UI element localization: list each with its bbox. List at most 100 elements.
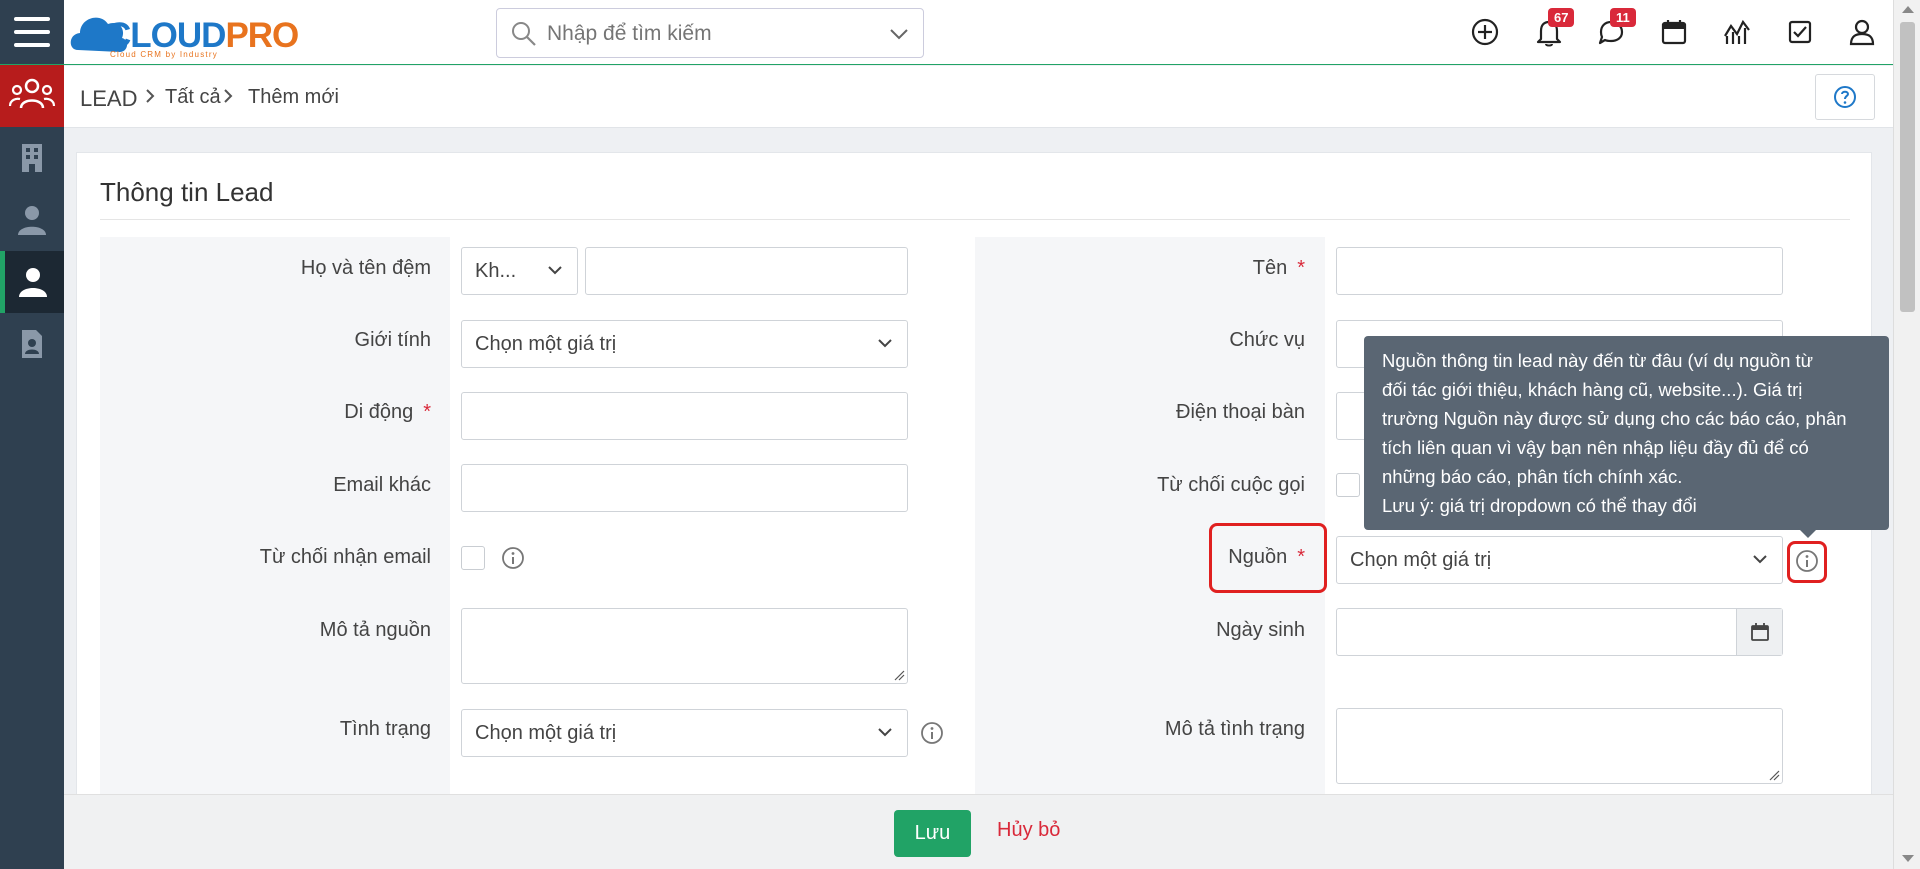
user-icon[interactable] <box>1846 16 1878 48</box>
date-picker-button[interactable] <box>1736 609 1782 655</box>
other-email-input[interactable] <box>461 464 908 512</box>
salutation-select[interactable]: Kh... <box>461 247 578 295</box>
label-text: Tình trạng <box>339 718 431 740</box>
scroll-thumb[interactable] <box>1900 22 1915 312</box>
do-not-call-label: Từ chối cuộc gọi <box>1005 474 1305 497</box>
scroll-down-arrow[interactable] <box>1902 855 1914 862</box>
birthday-label: Ngày sinh <box>1005 619 1305 642</box>
sidebar-item-organizations[interactable] <box>0 127 64 189</box>
hamburger-line <box>14 30 50 34</box>
middle-name-label: Họ và tên đệm <box>131 257 431 280</box>
gender-value: Chọn một giá trị <box>475 333 617 355</box>
resize-handle-icon[interactable] <box>893 669 905 681</box>
sidebar-item-documents[interactable] <box>0 313 64 375</box>
label-text: Mô tả nguồn <box>319 619 431 641</box>
label-text: Từ chối nhận email <box>259 546 431 568</box>
menu-toggle-button[interactable] <box>0 0 64 64</box>
form-footer: Lưu Hủy bỏ <box>64 794 1893 869</box>
required-mark: * <box>423 401 431 423</box>
chevron-down-icon <box>878 728 892 737</box>
task-checkbox-icon[interactable] <box>1784 16 1816 48</box>
help-button[interactable] <box>1815 74 1875 120</box>
status-label: Tình trạng <box>131 718 431 741</box>
birthday-input[interactable] <box>1336 608 1783 656</box>
scroll-up-arrow[interactable] <box>1902 6 1914 13</box>
logo-pro-text: PRO <box>225 16 299 55</box>
label-text: Chức vụ <box>1229 329 1305 351</box>
tooltip-line: tích liên quan vì vậy bạn nên nhập liệu … <box>1382 437 1809 458</box>
leads-group-icon <box>8 78 56 109</box>
chevron-down-icon[interactable] <box>889 27 909 41</box>
sidebar-item-my-leads[interactable] <box>0 251 64 313</box>
resize-handle-icon[interactable] <box>1768 769 1780 781</box>
first-name-input[interactable] <box>1336 247 1783 295</box>
calendar-icon <box>1751 623 1769 641</box>
mobile-input[interactable] <box>461 392 908 440</box>
gender-label: Giới tính <box>131 329 431 352</box>
chevron-down-icon <box>878 339 892 348</box>
office-phone-label: Điện thoại bàn <box>1005 401 1305 424</box>
cancel-button[interactable]: Hủy bỏ <box>997 819 1060 842</box>
source-desc-label: Mô tả nguồn <box>131 619 431 642</box>
gender-select[interactable]: Chọn một giá trị <box>461 320 908 368</box>
notification-count-badge: 67 <box>1548 8 1575 27</box>
status-desc-label: Mô tả tình trạng <box>1005 718 1305 741</box>
info-icon[interactable] <box>920 721 944 745</box>
label-text: Tên <box>1252 257 1288 279</box>
label-text: Họ và tên đệm <box>300 257 431 279</box>
email-opt-out-label: Từ chối nhận email <box>131 546 431 569</box>
chart-icon[interactable] <box>1721 16 1753 48</box>
status-select[interactable]: Chọn một giá trị <box>461 709 908 757</box>
logo-tagline: Cloud CRM by Industry <box>110 50 218 59</box>
label-text: Từ chối cuộc gọi <box>1157 474 1305 496</box>
source-desc-textarea[interactable] <box>461 608 908 684</box>
label-text: Mô tả tình trạng <box>1164 718 1305 740</box>
source-select[interactable]: Chọn một giá trị <box>1336 536 1783 584</box>
plus-circle-icon[interactable] <box>1469 16 1501 48</box>
label-text: Giới tính <box>354 329 431 351</box>
chevron-right-icon <box>146 89 155 103</box>
breadcrumb: LEAD Tất cả Thêm mới <box>64 66 1893 128</box>
divider <box>100 219 1850 220</box>
sidebar-item-leads[interactable] <box>0 65 64 127</box>
search-icon <box>512 22 536 46</box>
sidebar-item-contacts[interactable] <box>0 189 64 251</box>
status-value: Chọn một giá trị <box>475 722 617 744</box>
tooltip-line: đối tác giới thiệu, khách hàng cũ, websi… <box>1382 379 1803 400</box>
top-header: CLOUDPRO Cloud CRM by Industry 67 11 <box>0 0 1920 65</box>
email-opt-out-checkbox[interactable] <box>461 546 485 570</box>
middle-name-input[interactable] <box>585 247 908 295</box>
label-text: Di động <box>344 401 414 423</box>
info-icon[interactable] <box>1795 549 1819 573</box>
chevron-down-icon <box>548 266 562 275</box>
breadcrumb-all[interactable]: Tất cả <box>165 86 221 109</box>
search-input[interactable] <box>547 19 867 49</box>
chevron-right-icon <box>224 89 233 103</box>
building-icon <box>22 144 42 172</box>
required-mark: * <box>1297 257 1305 279</box>
mobile-label: Di động * <box>131 401 431 424</box>
document-user-icon <box>22 330 42 358</box>
calendar-icon[interactable] <box>1658 16 1690 48</box>
section-title: Thông tin Lead <box>100 177 274 207</box>
cloudpro-logo[interactable]: CLOUDPRO Cloud CRM by Industry <box>70 6 300 59</box>
title-label: Chức vụ <box>1005 329 1305 352</box>
tooltip-line: trường Nguồn này được sử dụng cho các bá… <box>1382 408 1847 429</box>
hamburger-line <box>14 17 50 21</box>
source-help-tooltip: Nguồn thông tin lead này đến từ đâu (ví … <box>1364 336 1889 530</box>
tooltip-line: những báo cáo, phân tích chính xác. <box>1382 466 1683 487</box>
save-button[interactable]: Lưu <box>894 810 971 857</box>
messages-button[interactable]: 11 <box>1595 8 1636 48</box>
source-label-highlight <box>1209 523 1327 593</box>
do-not-call-checkbox[interactable] <box>1336 473 1360 497</box>
page-scrollbar[interactable] <box>1893 0 1920 869</box>
chevron-down-icon <box>1753 555 1767 564</box>
question-circle-icon <box>1834 86 1856 108</box>
global-search[interactable] <box>496 8 924 58</box>
first-name-label: Tên * <box>1005 257 1305 280</box>
breadcrumb-module[interactable]: LEAD <box>80 86 137 112</box>
notifications-button[interactable]: 67 <box>1533 8 1575 48</box>
info-icon[interactable] <box>501 546 525 570</box>
status-desc-textarea[interactable] <box>1336 708 1783 784</box>
tooltip-line: Nguồn thông tin lead này đến từ đâu (ví … <box>1382 350 1814 371</box>
